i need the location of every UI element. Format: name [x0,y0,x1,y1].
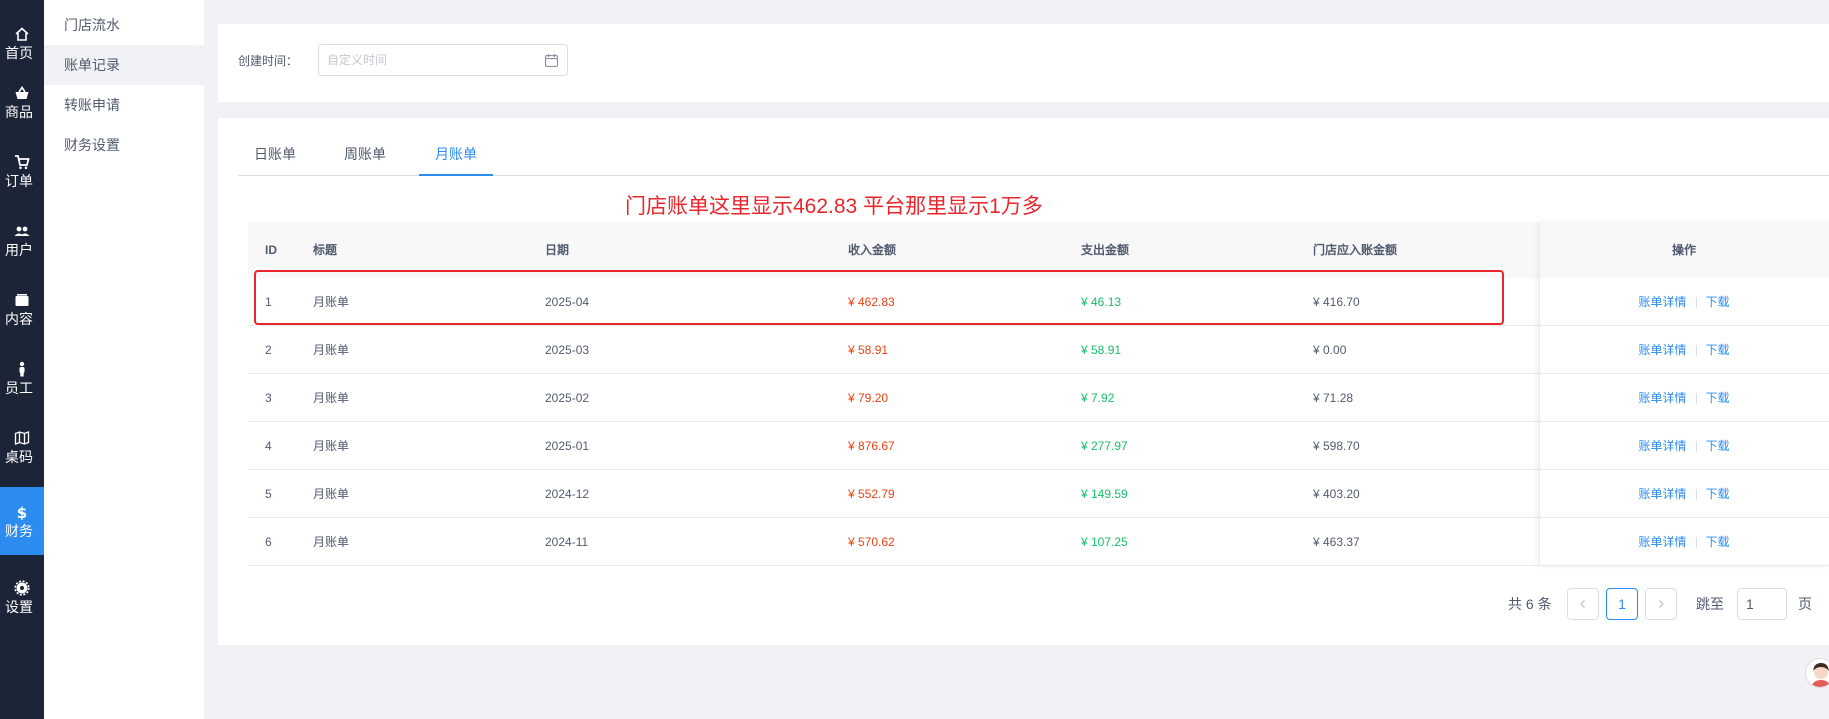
date-range-picker[interactable] [318,44,568,76]
cell-title: 月账单 [313,439,350,453]
basket-icon [15,85,29,99]
cell-id: 4 [265,439,272,453]
svg-text:$: $ [17,504,27,520]
cell-date: 2025-01 [545,439,590,453]
cell-income: ¥ 552.79 [848,487,895,501]
nav-item-finance[interactable]: $ 财务 [0,487,44,555]
nav-label: 用户 [5,241,33,258]
page-suffix-label: 页 [1798,596,1812,612]
nav-label: 财务 [5,522,33,539]
submenu-item-bill-records[interactable]: 账单记录 [44,45,204,85]
submenu-item-transfer-request[interactable]: 转账申请 [44,85,204,125]
date-range-input[interactable] [319,45,539,75]
cell-id: 2 [265,343,272,357]
bill-tabs: 日账单 周账单 月账单 [238,134,1829,176]
cell-title: 月账单 [313,391,350,405]
jump-to-label: 跳至 [1696,596,1724,612]
nav-label: 内容 [5,310,33,327]
nav-label: 员工 [5,379,33,396]
cell-expense: ¥ 58.91 [1081,343,1122,357]
cell-expense: ¥ 277.97 [1081,439,1128,453]
cell-income: ¥ 570.62 [848,535,895,549]
page-1-button[interactable]: 1 [1606,588,1638,620]
nav-label: 设置 [5,598,33,615]
prev-page-button[interactable] [1567,588,1599,620]
nav-label: 首页 [5,44,33,61]
folder-icon [15,293,29,306]
cell-store-amount: ¥ 71.28 [1313,391,1354,405]
finance-submenu: 门店流水 账单记录 转账申请 财务设置 [44,0,204,719]
cell-id: 6 [265,535,272,549]
nav-label: 桌码 [5,448,33,465]
cell-date: 2024-11 [545,535,589,549]
home-icon [15,26,29,41]
tab-monthly[interactable]: 月账单 [419,134,493,176]
nav-item-goods[interactable]: 商品 [0,68,44,136]
annotation-text: 门店账单这里显示462.83 平台那里显示1万多 [625,195,1043,218]
dollar-icon: $ [17,504,27,520]
nav-label: 订单 [5,172,33,189]
cell-expense: ¥ 107.25 [1081,535,1128,549]
chevron-left-icon [1580,600,1585,608]
cell-store-amount: ¥ 598.70 [1313,439,1360,453]
cart-icon [15,154,30,169]
filter-card: 创建时间： [218,24,1829,102]
cell-title: 月账单 [313,343,350,357]
cell-store-amount: ¥ 463.37 [1313,535,1360,549]
cell-title: 月账单 [313,535,350,549]
person-icon [19,361,25,376]
tab-weekly[interactable]: 周账单 [328,134,402,176]
cell-date: 2024-12 [545,487,590,501]
nav-item-settings[interactable]: 设置 [0,563,44,631]
cell-income: ¥ 79.20 [848,391,889,405]
cell-date: 2025-03 [545,343,590,357]
cell-id: 5 [265,487,272,501]
cell-id: 3 [265,391,272,405]
fixed-operations-column [1539,222,1829,566]
main-nav: 首页 商品 订单 用户 内容 员工 桌码 $ 财务 设置 [0,0,44,719]
cell-expense: ¥ 149.59 [1081,487,1128,501]
annotation-highlight-box [254,270,1504,325]
created-time-label: 创建时间： [238,54,299,68]
cell-expense: ¥ 7.92 [1081,391,1115,405]
cell-store-amount: ¥ 0.00 [1313,343,1347,357]
nav-item-content[interactable]: 内容 [0,275,44,343]
calendar-icon [545,54,558,67]
avatar-icon [1811,663,1829,687]
chevron-right-icon [1659,600,1664,608]
map-icon [14,430,30,445]
pagination-total: 共 6 条 [1508,596,1552,612]
cell-income: ¥ 58.91 [848,343,889,357]
jump-to-page-input[interactable] [1737,588,1787,620]
gear-icon [14,579,30,596]
cell-income: ¥ 876.67 [848,439,895,453]
users-icon [14,226,30,236]
nav-item-table-code[interactable]: 桌码 [0,413,44,481]
tab-daily[interactable]: 日账单 [238,134,312,176]
submenu-item-finance-settings[interactable]: 财务设置 [44,125,204,165]
nav-item-staff[interactable]: 员工 [0,344,44,412]
support-avatar[interactable] [1805,658,1829,688]
nav-label: 商品 [5,103,33,120]
nav-item-orders[interactable]: 订单 [0,137,44,205]
cell-store-amount: ¥ 403.20 [1313,487,1360,501]
bill-card: 日账单 周账单 月账单 门店账单这里显示462.83 平台那里显示1万多 ID … [218,118,1829,645]
nav-item-home[interactable]: 首页 [0,9,44,77]
cell-date: 2025-02 [545,391,590,405]
cell-title: 月账单 [313,487,350,501]
submenu-item-store-flow[interactable]: 门店流水 [44,5,204,45]
nav-item-users[interactable]: 用户 [0,206,44,274]
next-page-button[interactable] [1645,588,1677,620]
